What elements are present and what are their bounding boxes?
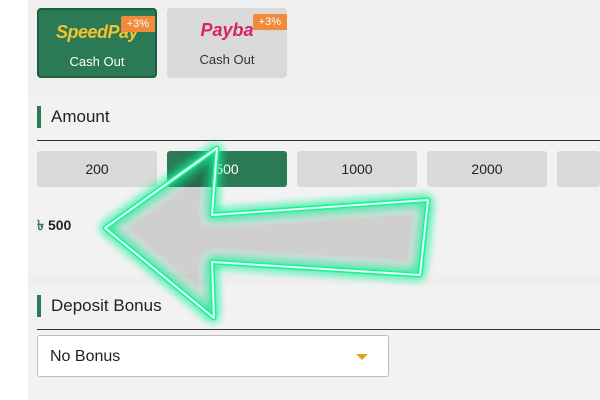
amount-option-500[interactable]: 500: [167, 151, 287, 187]
amount-option-2000[interactable]: 2000: [427, 151, 547, 187]
payment-method-speedpay[interactable]: SpeedPay +3% Cash Out: [37, 8, 157, 78]
bonus-tag: +3%: [120, 16, 155, 32]
deposit-bonus-title: Deposit Bonus: [37, 295, 162, 317]
payment-method-label: Cash Out: [199, 52, 255, 67]
amount-section-title: Amount: [37, 106, 110, 128]
payment-method-payba[interactable]: Payba +3% Cash Out: [167, 8, 287, 78]
deposit-bonus-select[interactable]: No Bonus: [37, 335, 389, 377]
bonus-tag: +3%: [252, 14, 287, 30]
caret-down-icon: [356, 354, 368, 360]
currency-symbol: ৳: [37, 217, 44, 233]
amount-section: Amount 200 500 1000 2000 5000 ৳500: [28, 96, 600, 274]
deposit-bonus-selected-value: No Bonus: [50, 348, 121, 365]
divider: [37, 140, 600, 141]
deposit-bonus-section: Deposit Bonus No Bonus: [28, 285, 600, 400]
amount-option-200[interactable]: 200: [37, 151, 157, 187]
left-gutter: [0, 0, 28, 400]
cashout-page: SpeedPay +3% Cash Out Payba +3% Cash Out…: [0, 0, 600, 400]
divider: [37, 329, 600, 330]
amount-option-1000[interactable]: 1000: [297, 151, 417, 187]
payment-method-label: Cash Out: [69, 54, 125, 69]
amount-value: 500: [47, 217, 72, 233]
amount-display: ৳ 500: [37, 214, 71, 238]
amount-option-5000[interactable]: 5000: [557, 151, 600, 187]
